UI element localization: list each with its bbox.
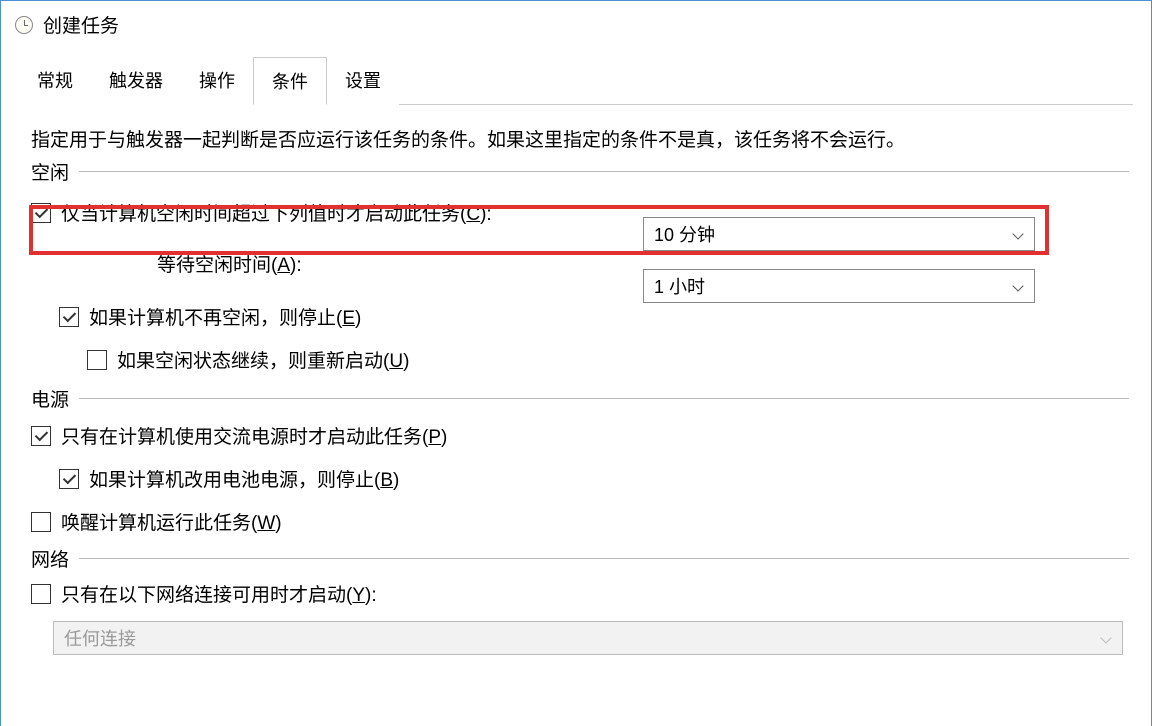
clock-icon — [15, 16, 33, 34]
label-power-battery-stop-key: B — [380, 470, 393, 491]
select-idle-wait[interactable]: 1 小时 — [643, 269, 1035, 303]
section-power-label: 电源 — [31, 385, 79, 412]
section-network-label: 网络 — [31, 545, 79, 572]
label-network-start-pre: 只有在以下网络连接可用时才启动( — [61, 585, 352, 606]
label-power-ac: 只有在计算机使用交流电源时才启动此任务(P) — [61, 422, 447, 449]
row-power-wake: 唤醒计算机运行此任务(W) — [31, 508, 1129, 535]
label-power-ac-pre: 只有在计算机使用交流电源时才启动此任务( — [61, 427, 428, 448]
label-idle-wait-key: A — [277, 255, 290, 276]
row-idle-start: 仅当计算机空闲时间超过下列值时才启动此任务(C): 10 分钟 — [31, 199, 1129, 226]
checkbox-idle-start[interactable] — [31, 203, 51, 223]
divider — [79, 398, 1129, 399]
label-idle-start-key: C — [466, 204, 480, 225]
label-power-battery-stop-post: ) — [393, 470, 399, 491]
label-idle-wait-pre: 等待空闲时间( — [157, 255, 277, 276]
description-text: 指定用于与触发器一起判断是否应运行该任务的条件。如果这里指定的条件不是真，该任务… — [31, 125, 1129, 152]
label-idle-restart-key: U — [389, 351, 403, 372]
label-power-ac-key: P — [428, 427, 441, 448]
label-power-battery-stop: 如果计算机改用电池电源，则停止(B) — [89, 465, 399, 492]
label-idle-wait-post: ): — [290, 255, 302, 276]
tab-strip: 常规 触发器 操作 条件 设置 — [19, 56, 1133, 105]
section-idle-header: 空闲 — [31, 158, 1129, 185]
select-idle-minutes[interactable]: 10 分钟 — [643, 217, 1035, 251]
label-idle-restart-pre: 如果空闲状态继续，则重新启动( — [117, 351, 389, 372]
label-idle-start-post: ): — [480, 204, 492, 225]
row-idle-stop: 如果计算机不再空闲，则停止(E) — [59, 303, 1129, 330]
label-idle-start-pre: 仅当计算机空闲时间超过下列值时才启动此任务( — [61, 204, 466, 225]
label-power-battery-stop-pre: 如果计算机改用电池电源，则停止( — [89, 470, 380, 491]
label-idle-wait: 等待空闲时间(A): — [157, 250, 302, 277]
divider — [79, 171, 1129, 172]
window-title: 创建任务 — [43, 11, 119, 38]
checkbox-power-ac[interactable] — [31, 426, 51, 446]
tab-conditions[interactable]: 条件 — [253, 57, 327, 105]
checkbox-power-battery-stop[interactable] — [59, 469, 79, 489]
divider — [79, 558, 1129, 559]
checkbox-idle-stop[interactable] — [59, 307, 79, 327]
chevron-down-icon — [1012, 280, 1024, 292]
row-idle-wait: 等待空闲时间(A): 1 小时 — [157, 250, 1129, 277]
tab-general[interactable]: 常规 — [19, 57, 91, 105]
label-power-wake-pre: 唤醒计算机运行此任务( — [61, 513, 257, 534]
row-network-select: 任何连接 — [53, 621, 1129, 655]
tab-content: 指定用于与触发器一起判断是否应运行该任务的条件。如果这里指定的条件不是真，该任务… — [1, 105, 1151, 655]
select-network-connection-value: 任何连接 — [64, 625, 136, 651]
label-idle-restart: 如果空闲状态继续，则重新启动(U) — [117, 346, 409, 373]
section-power-header: 电源 — [31, 385, 1129, 412]
label-power-wake-key: W — [257, 513, 275, 534]
create-task-window: 创建任务 常规 触发器 操作 条件 设置 指定用于与触发器一起判断是否应运行该任… — [0, 0, 1152, 726]
row-idle-restart: 如果空闲状态继续，则重新启动(U) — [87, 346, 1129, 373]
checkbox-power-wake[interactable] — [31, 512, 51, 532]
label-idle-restart-post: ) — [403, 351, 409, 372]
chevron-down-icon — [1012, 228, 1024, 240]
label-idle-stop-pre: 如果计算机不再空闲，则停止( — [89, 308, 342, 329]
label-idle-stop: 如果计算机不再空闲，则停止(E) — [89, 303, 361, 330]
row-power-ac: 只有在计算机使用交流电源时才启动此任务(P) — [31, 422, 1129, 449]
label-power-wake: 唤醒计算机运行此任务(W) — [61, 508, 282, 535]
section-network-header: 网络 — [31, 545, 1129, 572]
select-idle-wait-value: 1 小时 — [654, 273, 705, 299]
label-network-start-post: ): — [365, 585, 377, 606]
label-idle-stop-key: E — [342, 308, 355, 329]
select-network-connection: 任何连接 — [53, 621, 1123, 655]
label-idle-start: 仅当计算机空闲时间超过下列值时才启动此任务(C): — [61, 199, 492, 226]
row-power-battery-stop: 如果计算机改用电池电源，则停止(B) — [59, 465, 1129, 492]
label-power-ac-post: ) — [441, 427, 447, 448]
titlebar: 创建任务 — [1, 1, 1151, 56]
label-power-wake-post: ) — [275, 513, 281, 534]
chevron-down-icon — [1100, 632, 1112, 644]
checkbox-network-start[interactable] — [31, 584, 51, 604]
label-network-start-key: Y — [352, 585, 365, 606]
tab-settings[interactable]: 设置 — [327, 57, 399, 105]
row-network-start: 只有在以下网络连接可用时才启动(Y): — [31, 580, 1129, 607]
label-network-start: 只有在以下网络连接可用时才启动(Y): — [61, 580, 377, 607]
tab-triggers[interactable]: 触发器 — [91, 57, 181, 105]
section-idle-label: 空闲 — [31, 158, 79, 185]
label-idle-stop-post: ) — [355, 308, 361, 329]
select-idle-minutes-value: 10 分钟 — [654, 221, 715, 247]
tab-actions[interactable]: 操作 — [181, 57, 253, 105]
checkbox-idle-restart[interactable] — [87, 350, 107, 370]
